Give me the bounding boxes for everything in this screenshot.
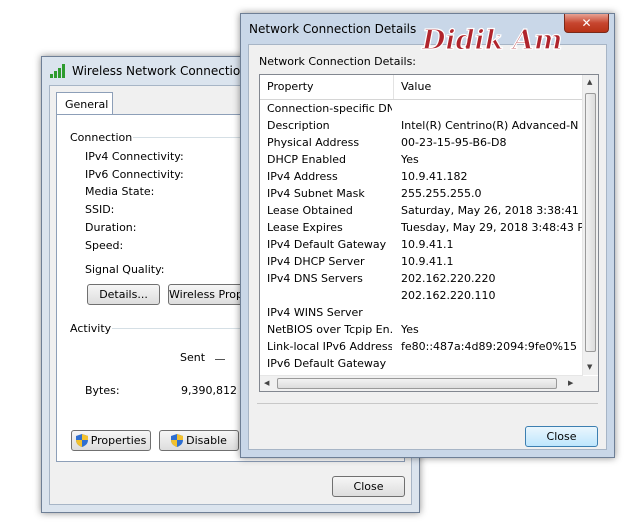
table-row[interactable]: IPv4 DHCP Server 10.9.41.1 <box>260 253 583 270</box>
row-property: IPv4 DHCP Server <box>267 255 365 268</box>
row-property: IPv4 Address <box>267 170 338 183</box>
bytes-label: Bytes: <box>85 384 120 397</box>
ipv6-connectivity-label: IPv6 Connectivity: <box>85 168 184 181</box>
details-close-button[interactable]: Close <box>525 426 598 447</box>
row-value: Yes <box>401 323 419 336</box>
disable-button-label: Disable <box>186 434 227 447</box>
scroll-up-icon[interactable]: ▲ <box>587 79 592 86</box>
uac-shield-icon <box>75 433 88 447</box>
details-list[interactable]: Property Value Connection-specific DN...… <box>259 74 599 392</box>
list-header: Property Value <box>260 75 583 100</box>
table-row[interactable]: IPv4 Default Gateway 10.9.41.1 <box>260 236 583 253</box>
sent-label: Sent <box>180 351 206 364</box>
activity-group-label: Activity <box>70 322 112 335</box>
row-property: Lease Expires <box>267 221 343 234</box>
table-row[interactable]: DHCP Enabled Yes <box>260 151 583 168</box>
connection-group-label: Connection <box>70 131 133 144</box>
row-value: 10.9.41.182 <box>401 170 468 183</box>
row-value: 00-23-15-95-B6-D8 <box>401 136 507 149</box>
table-row[interactable]: IPv6 Default Gateway <box>260 355 583 372</box>
details-intro-text: Network Connection Details: <box>259 55 417 68</box>
column-header-property[interactable]: Property <box>267 80 314 93</box>
table-row[interactable]: Link-local IPv6 Address fe80::487a:4d89:2… <box>260 338 583 355</box>
table-row[interactable]: IPv4 Address 10.9.41.182 <box>260 168 583 185</box>
watermark-text: Didik Am <box>421 25 562 56</box>
signal-quality-label: Signal Quality: <box>85 263 165 276</box>
wireless-signal-icon <box>50 63 67 78</box>
row-value: Intel(R) Centrino(R) Advanced-N 6250 <box>401 119 583 132</box>
row-property: Connection-specific DN... <box>267 102 392 115</box>
watermark-logo: Didik Am <box>420 24 563 56</box>
row-property: IPv4 WINS Server <box>267 306 363 319</box>
scroll-left-icon[interactable]: ◀ <box>264 380 269 387</box>
tab-general[interactable]: General <box>56 92 113 115</box>
media-state-label: Media State: <box>85 185 155 198</box>
list-rows: Connection-specific DN... Description Inte… <box>260 100 583 375</box>
column-header-value[interactable]: Value <box>401 80 431 93</box>
details-window: Network Connection Details ✕ Network Con… <box>240 13 615 458</box>
horizontal-scroll-thumb[interactable] <box>277 378 557 389</box>
row-property: IPv6 Default Gateway <box>267 357 387 370</box>
row-value: 10.9.41.1 <box>401 238 454 251</box>
column-divider[interactable] <box>393 75 394 99</box>
disable-button[interactable]: Disable <box>159 430 239 451</box>
details-client-area: Network Connection Details: Property Val… <box>248 44 607 450</box>
properties-button-label: Properties <box>90 434 147 447</box>
row-value: Yes <box>401 153 419 166</box>
vertical-scrollbar[interactable]: ▲ ▼ <box>582 75 598 375</box>
row-property: Link-local IPv6 Address <box>267 340 392 353</box>
table-row[interactable]: IPv4 DNS Servers 202.162.220.220 <box>260 270 583 287</box>
vertical-scroll-thumb[interactable] <box>585 93 596 352</box>
row-value: 202.162.220.220 <box>401 272 496 285</box>
row-value: 202.162.220.110 <box>401 289 496 302</box>
table-row[interactable]: Physical Address 00-23-15-95-B6-D8 <box>260 134 583 151</box>
table-row[interactable]: 202.162.220.110 <box>260 287 583 304</box>
scroll-down-icon[interactable]: ▼ <box>587 364 592 371</box>
table-row[interactable]: Connection-specific DN... <box>260 100 583 117</box>
row-value: 10.9.41.1 <box>401 255 454 268</box>
table-row[interactable]: NetBIOS over Tcpip En... Yes <box>260 321 583 338</box>
details-separator <box>257 403 598 404</box>
tab-general-label: General <box>65 98 109 111</box>
horizontal-scrollbar[interactable]: ◀ ▶ <box>260 375 583 391</box>
uac-shield-icon <box>171 433 184 447</box>
bytes-sent-value: 9,390,812 <box>181 384 237 397</box>
row-property: IPv4 Default Gateway <box>267 238 387 251</box>
table-row[interactable]: Description Intel(R) Centrino(R) Advanced… <box>260 117 583 134</box>
duration-label: Duration: <box>85 221 137 234</box>
scrollbar-corner <box>583 376 598 391</box>
row-property: Description <box>267 119 330 132</box>
row-property: Lease Obtained <box>267 204 353 217</box>
speed-label: Speed: <box>85 239 124 252</box>
properties-button[interactable]: Properties <box>71 430 151 451</box>
details-button[interactable]: Details... <box>87 284 160 305</box>
ipv4-connectivity-label: IPv4 Connectivity: <box>85 150 184 163</box>
table-row[interactable]: Lease Obtained Saturday, May 26, 2018 3:3… <box>260 202 583 219</box>
row-property: DHCP Enabled <box>267 153 347 166</box>
status-close-button[interactable]: Close <box>332 476 405 497</box>
ssid-label: SSID: <box>85 203 115 216</box>
row-property: Physical Address <box>267 136 360 149</box>
row-value: Tuesday, May 29, 2018 3:48:43 PM <box>401 221 583 234</box>
scroll-right-icon[interactable]: ▶ <box>568 380 573 387</box>
row-property: NetBIOS over Tcpip En... <box>267 323 392 336</box>
row-value: fe80::487a:4d89:2094:9fe0%15 <box>401 340 577 353</box>
row-property: IPv4 DNS Servers <box>267 272 363 285</box>
table-row[interactable]: Lease Expires Tuesday, May 29, 2018 3:48:… <box>260 219 583 236</box>
details-window-title: Network Connection Details <box>249 22 417 36</box>
row-value: Saturday, May 26, 2018 3:38:41 PM <box>401 204 583 217</box>
table-row[interactable]: IPv4 Subnet Mask 255.255.255.0 <box>260 185 583 202</box>
table-row[interactable]: IPv4 WINS Server <box>260 304 583 321</box>
row-value: 255.255.255.0 <box>401 187 482 200</box>
row-property: IPv4 Subnet Mask <box>267 187 365 200</box>
